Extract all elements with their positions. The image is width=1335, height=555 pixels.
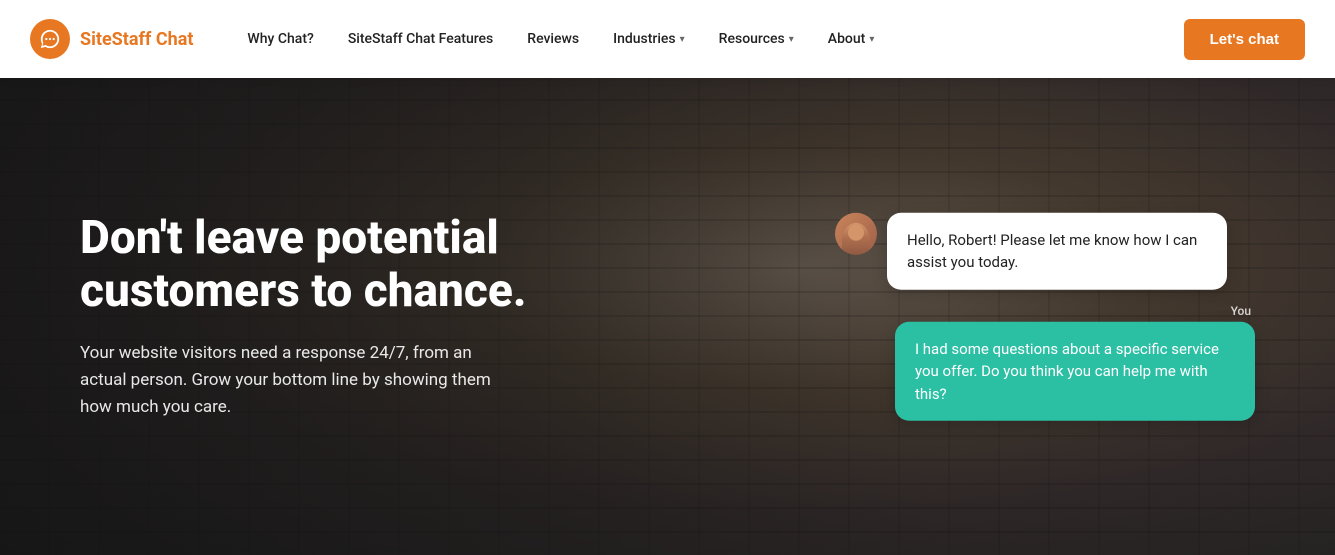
hero-content: Don't leave potential customers to chanc…	[0, 78, 1335, 555]
logo-icon	[30, 19, 70, 59]
navbar: SiteStaff Chat Why Chat? SiteStaff Chat …	[0, 0, 1335, 78]
nav-item-reviews[interactable]: Reviews	[513, 23, 593, 55]
hero-section: Don't leave potential customers to chanc…	[0, 78, 1335, 555]
logo-text: SiteStaff Chat	[80, 29, 193, 50]
hero-subtitle: Your website visitors need a response 24…	[80, 340, 520, 422]
you-label: You	[1231, 303, 1251, 317]
nav-item-features[interactable]: SiteStaff Chat Features	[334, 23, 507, 55]
user-message-bubble: I had some questions about a specific se…	[895, 321, 1255, 421]
agent-message-bubble: Hello, Robert! Please let me know how I …	[887, 212, 1227, 289]
nav-links: Why Chat? SiteStaff Chat Features Review…	[233, 23, 1183, 55]
chat-widget: Hello, Robert! Please let me know how I …	[835, 212, 1255, 421]
nav-item-resources[interactable]: Resources ▾	[705, 23, 808, 55]
agent-avatar	[835, 212, 877, 254]
nav-item-about[interactable]: About ▾	[814, 23, 889, 55]
cta-button[interactable]: Let's chat	[1184, 19, 1305, 60]
hero-title: Don't leave potential customers to chanc…	[80, 212, 640, 318]
nav-item-why-chat[interactable]: Why Chat?	[233, 23, 327, 55]
industries-chevron-icon: ▾	[680, 34, 685, 45]
user-message-row: You I had some questions about a specifi…	[885, 303, 1255, 421]
resources-chevron-icon: ▾	[789, 34, 794, 45]
nav-item-industries[interactable]: Industries ▾	[599, 23, 699, 55]
agent-message-row: Hello, Robert! Please let me know how I …	[835, 212, 1255, 289]
hero-text-block: Don't leave potential customers to chanc…	[80, 212, 640, 421]
about-chevron-icon: ▾	[869, 34, 874, 45]
agent-avatar-silhouette	[842, 222, 870, 254]
logo[interactable]: SiteStaff Chat	[30, 19, 193, 59]
